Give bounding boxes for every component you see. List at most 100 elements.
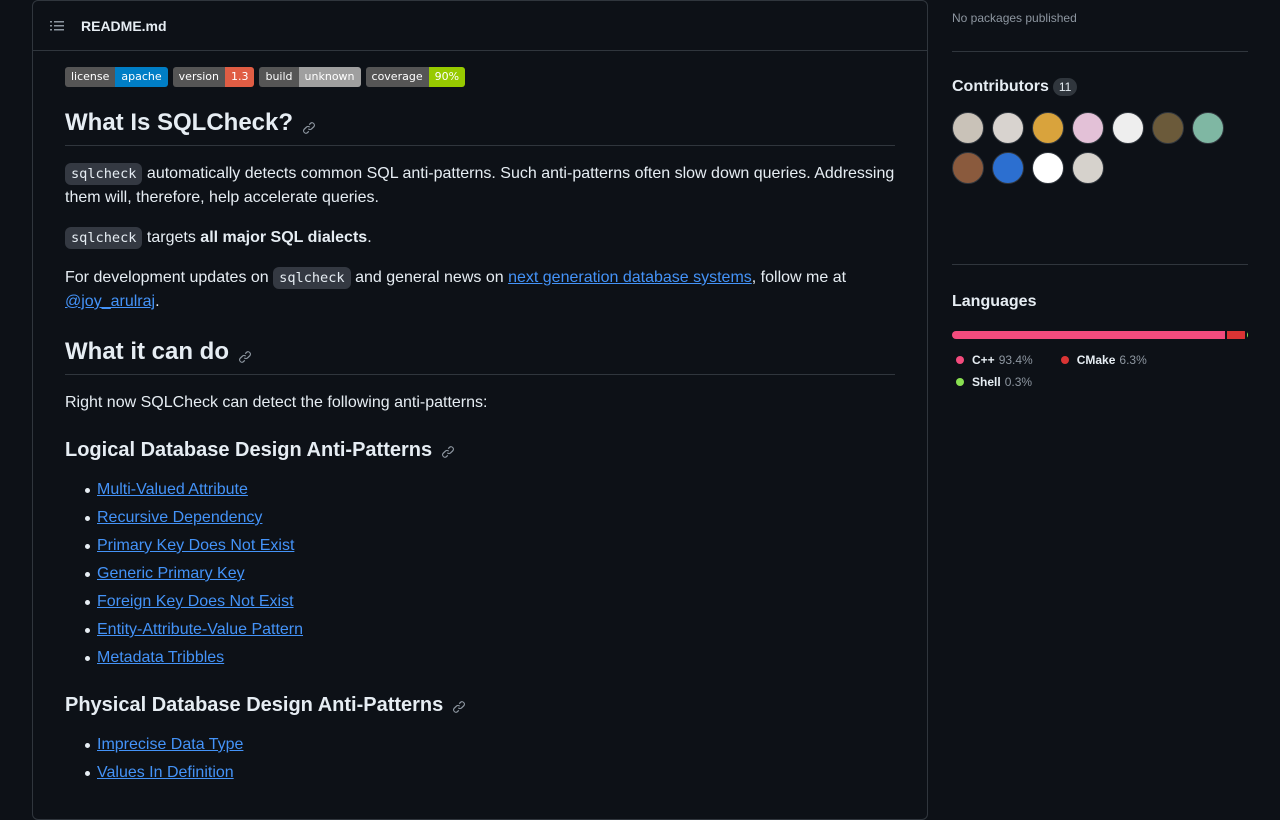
antipattern-link[interactable]: Recursive Dependency — [97, 509, 262, 526]
contributors-title[interactable]: Contributors — [952, 78, 1049, 96]
language-list: C++ 93.4% CMake 6.3% Shell 0.3% — [952, 349, 1248, 393]
contributors-heading: Contributors 11 — [952, 78, 1248, 96]
paragraph-text: targets — [142, 229, 201, 246]
badge-value: 1.3 — [224, 67, 255, 87]
antipattern-link[interactable]: Imprecise Data Type — [97, 736, 243, 753]
paragraph-updates: For development updates on sqlcheck and … — [65, 266, 895, 314]
languages-section: Languages C++ 93.4% CMake 6.3% Shell 0.3% — [952, 265, 1248, 393]
badge-coverage[interactable]: coverage 90% — [365, 67, 466, 87]
anchor-link-icon[interactable] — [451, 698, 467, 714]
readme-header: README.md — [33, 1, 927, 51]
paragraph-text: . — [155, 293, 160, 310]
inline-code: sqlcheck — [65, 163, 143, 185]
packages-status: No packages published — [952, 0, 1248, 52]
heading-text: What Is SQLCheck? — [65, 109, 294, 136]
language-bar — [952, 331, 1248, 339]
anchor-link-icon[interactable] — [440, 443, 456, 459]
antipattern-link[interactable]: Foreign Key Does Not Exist — [97, 593, 294, 610]
language-item[interactable]: C++ 93.4% — [952, 349, 1033, 371]
language-color-dot — [956, 378, 964, 386]
list-item: Entity-Attribute-Value Pattern — [85, 618, 895, 642]
badge-version[interactable]: version 1.3 — [172, 67, 255, 87]
language-bar-segment — [1247, 331, 1248, 339]
list-item: Generic Primary Key — [85, 562, 895, 586]
antipattern-link[interactable]: Generic Primary Key — [97, 565, 245, 582]
contributor-avatar[interactable] — [1072, 112, 1104, 144]
contributor-avatar[interactable] — [992, 112, 1024, 144]
heading-logical: Logical Database Design Anti-Patterns — [65, 439, 895, 462]
contributor-avatar[interactable] — [1112, 112, 1144, 144]
paragraph-text: , follow me at — [751, 269, 847, 286]
badge-value: 90% — [428, 67, 466, 87]
list-item: Primary Key Does Not Exist — [85, 534, 895, 558]
logical-antipattern-list: Multi-Valued Attribute Recursive Dependen… — [65, 478, 895, 670]
contributors-section: Contributors 11 — [952, 52, 1248, 265]
badge-row: license apache version 1.3 build unknown cover… — [65, 67, 895, 87]
antipattern-link[interactable]: Entity-Attribute-Value Pattern — [97, 621, 303, 638]
contributor-avatar[interactable] — [1192, 112, 1224, 144]
contributor-avatar[interactable] — [1032, 152, 1064, 184]
badge-label: license — [65, 67, 116, 87]
inline-code: sqlcheck — [273, 267, 351, 289]
badge-value: apache — [115, 67, 168, 87]
paragraph-detect: Right now SQLCheck can detect the follow… — [65, 394, 488, 411]
list-item: Values In Definition — [85, 761, 895, 785]
badge-value: unknown — [298, 67, 361, 87]
badge-label: coverage — [365, 67, 429, 87]
paragraph-dialects: sqlcheck targets all major SQL dialects. — [65, 226, 895, 250]
inline-code: sqlcheck — [65, 227, 143, 249]
heading-text: Physical Database Design Anti-Patterns — [65, 694, 444, 716]
contributor-avatar[interactable] — [952, 112, 984, 144]
contributor-avatar[interactable] — [952, 152, 984, 184]
paragraph-text: For development updates on — [65, 269, 274, 286]
readme-panel: README.md license apache version 1.3 build un… — [32, 0, 928, 820]
outline-list-icon[interactable] — [49, 18, 65, 34]
contributor-avatars — [952, 112, 1232, 184]
language-name: CMake — [1076, 353, 1116, 367]
language-name: C++ — [972, 353, 995, 367]
paragraph-text: automatically detects common SQL anti-pa… — [65, 165, 895, 206]
contributor-avatar[interactable] — [1032, 112, 1064, 144]
badge-license[interactable]: license apache — [65, 67, 168, 87]
contributor-avatar[interactable] — [1072, 152, 1104, 184]
language-bar-segment — [1226, 331, 1246, 339]
contributors-count-badge: 11 — [1052, 78, 1078, 96]
language-bar-segment — [952, 331, 1225, 339]
language-percent: 6.3% — [1119, 353, 1147, 367]
anchor-link-icon[interactable] — [301, 115, 317, 134]
paragraph-intro: sqlcheck automatically detects common SQ… — [65, 162, 895, 210]
antipattern-link[interactable]: Primary Key Does Not Exist — [97, 537, 294, 554]
badge-build[interactable]: build unknown — [259, 67, 361, 87]
badge-label: version — [172, 67, 225, 87]
anchor-link-icon[interactable] — [237, 344, 253, 363]
language-percent: 93.4% — [998, 353, 1033, 367]
list-item: Metadata Tribbles — [85, 646, 895, 670]
heading-what-is-sqlcheck: What Is SQLCheck? — [65, 109, 895, 146]
language-name: Shell — [972, 375, 1001, 389]
language-percent: 0.3% — [1004, 375, 1033, 389]
badge-label: build — [259, 67, 299, 87]
heading-text: What it can do — [65, 338, 229, 365]
antipattern-link[interactable]: Values In Definition — [97, 764, 234, 781]
heading-what-it-can-do: What it can do — [65, 338, 895, 375]
paragraph-text: and general news on — [350, 269, 509, 286]
language-item[interactable]: CMake 6.3% — [1057, 349, 1147, 371]
languages-title: Languages — [952, 293, 1037, 310]
antipattern-link[interactable]: Metadata Tribbles — [97, 649, 224, 666]
link-twitter-handle[interactable]: @joy_arulraj — [65, 293, 155, 310]
language-item[interactable]: Shell 0.3% — [952, 371, 1032, 393]
contributor-avatar[interactable] — [1152, 112, 1184, 144]
list-item: Imprecise Data Type — [85, 733, 895, 757]
bold-text: all major SQL dialects — [200, 229, 368, 246]
repo-sidebar: No packages published Contributors 11 La… — [952, 0, 1248, 393]
antipattern-link[interactable]: Multi-Valued Attribute — [97, 481, 248, 498]
list-item: Multi-Valued Attribute — [85, 478, 895, 502]
contributor-avatar[interactable] — [992, 152, 1024, 184]
readme-filename[interactable]: README.md — [81, 18, 167, 34]
language-color-dot — [956, 356, 964, 364]
heading-text: Logical Database Design Anti-Patterns — [65, 439, 433, 461]
list-item: Foreign Key Does Not Exist — [85, 590, 895, 614]
heading-physical: Physical Database Design Anti-Patterns — [65, 694, 895, 717]
link-db-systems[interactable]: next generation database systems — [508, 269, 752, 286]
physical-antipattern-list: Imprecise Data Type Values In Definition — [65, 733, 895, 785]
